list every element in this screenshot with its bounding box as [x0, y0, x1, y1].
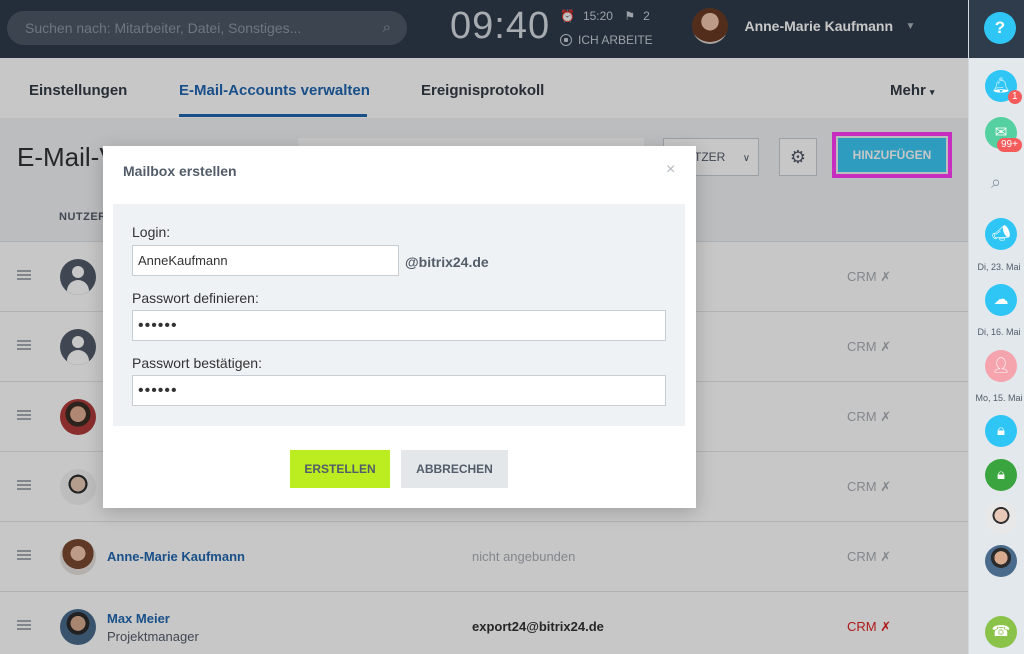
mailbox-create-dialog: Mailbox erstellen × Login: AnneKaufmann …: [103, 146, 696, 508]
avatar[interactable]: [985, 502, 1017, 534]
phone-button[interactable]: ☎: [985, 616, 1017, 648]
recent-date: Di, 23. Mai: [977, 262, 1021, 272]
password-label: Passwort definieren:: [132, 290, 259, 306]
lock-icon: 🔒︎: [997, 466, 1005, 483]
right-sidebar-header: ?: [969, 0, 1024, 58]
search-icon[interactable]: ⌕: [991, 172, 1001, 193]
dialog-title: Mailbox erstellen: [123, 163, 237, 179]
right-sidebar: ? 🔔︎ 1 ✉ 99+ ⌕ 📣︎ Di, 23. Mai ☁ Di, 16. …: [968, 0, 1024, 654]
contact-button[interactable]: 👤︎: [985, 350, 1017, 382]
phone-icon: ☎: [991, 623, 1011, 640]
drive-button[interactable]: ☁: [985, 284, 1017, 316]
recent-date: Mo, 15. Mai: [975, 393, 1023, 403]
login-field[interactable]: AnneKaufmann: [132, 245, 399, 276]
cancel-button[interactable]: ABBRECHEN: [401, 450, 508, 488]
create-button[interactable]: ERSTELLEN: [290, 450, 390, 488]
bell-icon: 🔔︎: [991, 77, 1011, 94]
messages-badge: 99+: [997, 138, 1022, 152]
notifications-badge: 1: [1008, 90, 1022, 104]
avatar[interactable]: [985, 545, 1017, 577]
dialog-form: Login: AnneKaufmann @bitrix24.de Passwor…: [113, 204, 685, 426]
lock-icon: 🔒︎: [997, 422, 1005, 439]
user-icon: 👤︎: [991, 357, 1011, 374]
confirm-password-label: Passwort bestätigen:: [132, 355, 262, 371]
megaphone-icon: 📣︎: [991, 225, 1011, 242]
close-icon[interactable]: ×: [666, 161, 675, 179]
confirm-password-field[interactable]: ••••••: [132, 375, 666, 406]
megaphone-button[interactable]: 📣︎: [985, 218, 1017, 250]
domain-suffix: @bitrix24.de: [405, 254, 489, 270]
lock-button[interactable]: 🔒︎: [985, 415, 1017, 447]
help-button[interactable]: ?: [984, 12, 1016, 44]
recent-date: Di, 16. Mai: [977, 327, 1021, 337]
login-label: Login:: [132, 224, 171, 240]
cloud-icon: ☁: [993, 291, 1009, 308]
password-field[interactable]: ••••••: [132, 310, 666, 341]
lock-button[interactable]: 🔒︎: [985, 459, 1017, 491]
